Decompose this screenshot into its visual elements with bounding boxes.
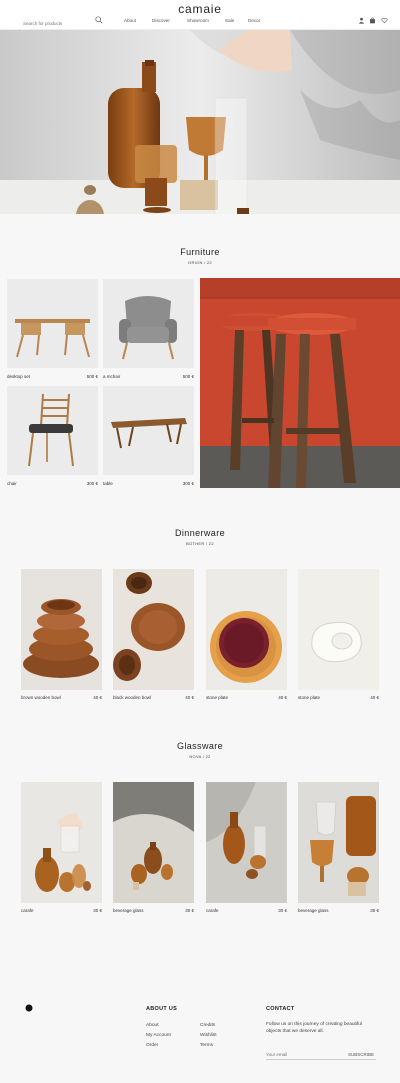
featured-stools-image[interactable] [200,278,400,488]
footer-link-about[interactable]: About [146,1023,159,1028]
cart-icon[interactable] [369,17,376,24]
email-underline [266,1059,376,1060]
product-image-beverage-glass[interactable] [113,782,194,903]
dinnerware-subtitle: BOTHER / 22 [186,541,214,546]
footer-link-terms[interactable]: Terms [200,1043,213,1048]
product-image-chair[interactable] [7,386,98,475]
product-price: 500 € [86,374,98,379]
product-name[interactable]: desktop set [7,374,30,379]
product-image-table[interactable] [103,386,194,475]
product-image-carafe-2[interactable] [206,782,287,903]
product-image-stone-plate[interactable] [206,569,287,690]
nav-decor[interactable]: Decor [248,18,260,23]
product-name[interactable]: table [103,481,113,486]
footer-logo-icon[interactable] [25,1004,33,1012]
product-name[interactable]: carafe [206,908,219,913]
product-price: 40 € [93,695,102,700]
nav-about[interactable]: About [124,18,136,23]
product-name[interactable]: brown wooden bowl [21,695,61,700]
product-name[interactable]: a mchair [103,374,120,379]
footer-link-credits[interactable]: Credits [200,1023,215,1028]
site-logo[interactable]: camaie [0,2,400,16]
footer-about-title: ABOUT US [146,1006,178,1012]
dinnerware-title: Dinnerware [174,528,226,538]
product-price: 30 € [93,908,102,913]
furniture-subtitle: ORION / 22 [188,260,212,265]
product-image-black-bowl[interactable] [113,569,194,690]
footer-link-wishlist[interactable]: Wishlist [200,1033,217,1038]
hero-image [0,30,400,214]
footer-link-my-account[interactable]: My Account [146,1033,171,1038]
user-icon[interactable] [358,17,365,24]
product-name[interactable]: chair [7,481,17,486]
product-price: 40 € [370,695,379,700]
heart-icon[interactable] [381,17,388,24]
product-name[interactable]: beverage glass [113,908,144,913]
search-icon[interactable] [95,16,103,24]
footer-contact-title: CONTACT [266,1006,295,1012]
glassware-subtitle: NOVA / 22 [189,754,211,759]
product-price: 40 € [278,695,287,700]
site-header: camaie About Discover Showroom Sale Deco… [0,0,400,30]
footer-contact-text-1: Follow us on this journey of creating be… [266,1022,362,1027]
furniture-title: Furniture [180,247,220,257]
product-image-white-plate[interactable] [298,569,379,690]
product-image-beverage-glass-2[interactable] [298,782,379,903]
footer-contact-text-2: objects that we deserve all. [266,1029,324,1034]
nav-discover[interactable]: Discover [152,18,170,23]
glassware-title: Glassware [176,741,224,751]
product-price: 500 € [182,374,194,379]
product-price: 40 € [185,695,194,700]
product-price: 30 € [278,908,287,913]
subscribe-button[interactable]: SUBSCRIBE [344,1050,374,1059]
product-price: 30 € [185,908,194,913]
product-price: 300 € [86,481,98,486]
product-price: 300 € [182,481,194,486]
product-name[interactable]: stone plate [206,695,228,700]
product-image-desk[interactable] [7,279,98,368]
product-image-brown-bowl[interactable] [21,569,102,690]
product-image-armchair[interactable] [103,279,194,368]
newsletter-email-input[interactable] [266,1050,336,1059]
product-image-carafe[interactable] [21,782,102,903]
product-name[interactable]: stone plate [298,695,320,700]
product-name[interactable]: beverage glass [298,908,329,913]
product-price: 30 € [370,908,379,913]
footer-link-order[interactable]: Order [146,1043,158,1048]
product-name[interactable]: carafe [21,908,34,913]
search-input[interactable] [23,18,103,28]
nav-sale[interactable]: Sale [225,18,234,23]
nav-showroom[interactable]: Showroom [187,18,209,23]
product-name[interactable]: black wooden bowl [113,695,151,700]
